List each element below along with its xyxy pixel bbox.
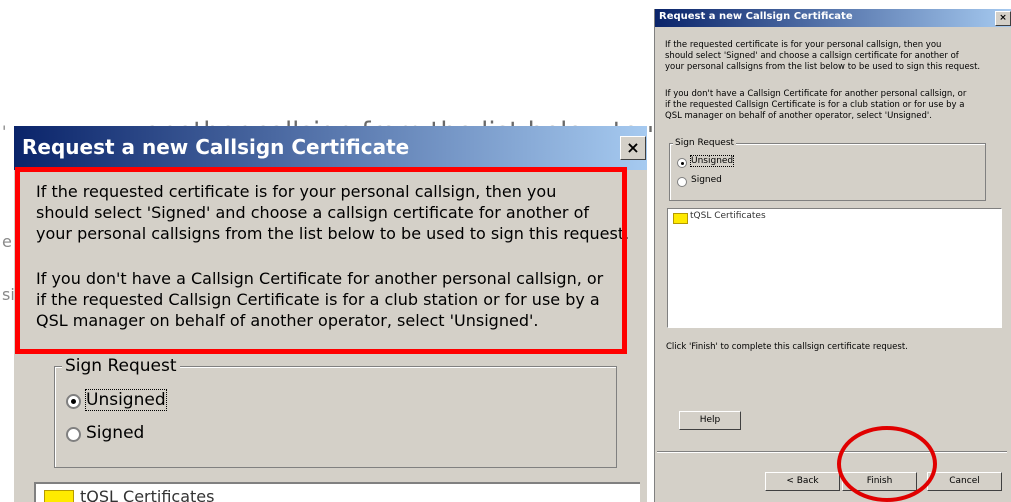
tree-item-tqsl-certificates[interactable]: tQSL Certificates: [80, 487, 214, 502]
instruction-line: if the requested Callsign Certificate is…: [665, 100, 965, 110]
instruction-line: should select 'Signed' and choose a call…: [665, 51, 959, 61]
cancel-button[interactable]: Cancel: [927, 472, 1002, 491]
button-separator: [657, 451, 1007, 453]
unsigned-label[interactable]: Unsigned: [85, 389, 167, 411]
close-button[interactable]: ×: [995, 11, 1011, 26]
tree-item-tqsl-certificates[interactable]: tQSL Certificates: [690, 211, 766, 221]
signed-label[interactable]: Signed: [691, 175, 722, 185]
unsigned-radio[interactable]: [66, 394, 81, 409]
instruction-line: QSL manager on behalf of another operato…: [665, 111, 932, 121]
signed-label[interactable]: Signed: [86, 423, 144, 443]
instruction-line: If you don't have a Callsign Certificate…: [665, 89, 967, 99]
sign-request-group: [54, 366, 617, 468]
help-button[interactable]: Help: [679, 411, 741, 430]
dialog-title: Request a new Callsign Certificate: [22, 135, 410, 159]
edge-glyph: e: [2, 232, 12, 251]
close-button[interactable]: ×: [620, 136, 646, 160]
certificate-tree[interactable]: tQSL Certificates: [667, 208, 1002, 328]
instruction-line: your personal callsigns from the list be…: [665, 62, 981, 72]
finish-highlight-circle: [837, 426, 937, 502]
dialog-titlebar: Request a new Callsign Certificate ×: [14, 126, 647, 170]
edge-glyph: ': [2, 122, 7, 141]
finish-note: Click 'Finish' to complete this callsign…: [666, 342, 908, 352]
close-icon: ×: [626, 138, 640, 157]
dialog-title: Request a new Callsign Certificate: [659, 11, 853, 22]
sign-request-label: Sign Request: [62, 356, 180, 376]
sign-request-label: Sign Request: [673, 138, 737, 148]
unsigned-label[interactable]: Unsigned: [689, 155, 735, 167]
unsigned-radio[interactable]: [677, 158, 687, 168]
instruction-line: If the requested certificate is for your…: [665, 40, 942, 50]
edge-glyph: si: [2, 285, 15, 304]
certificate-tree[interactable]: tQSL Certificates: [34, 482, 640, 502]
signed-radio[interactable]: [66, 427, 81, 442]
dialog-titlebar: Request a new Callsign Certificate ×: [655, 9, 1011, 27]
close-icon: ×: [999, 13, 1007, 23]
sign-request-group: [669, 143, 986, 201]
full-dialog: Request a new Callsign Certificate × If …: [654, 9, 1011, 502]
instruction-paragraph-1: If the requested certificate is for your…: [665, 40, 1005, 73]
left-edge-strip: ' e si: [0, 120, 15, 502]
instruction-paragraph-2: If you don't have a Callsign Certificate…: [665, 89, 1005, 122]
signed-radio[interactable]: [677, 177, 687, 187]
folder-icon: [44, 490, 74, 502]
back-button[interactable]: < Back: [765, 472, 840, 491]
folder-icon: [673, 213, 688, 224]
highlight-rectangle: [15, 167, 627, 354]
